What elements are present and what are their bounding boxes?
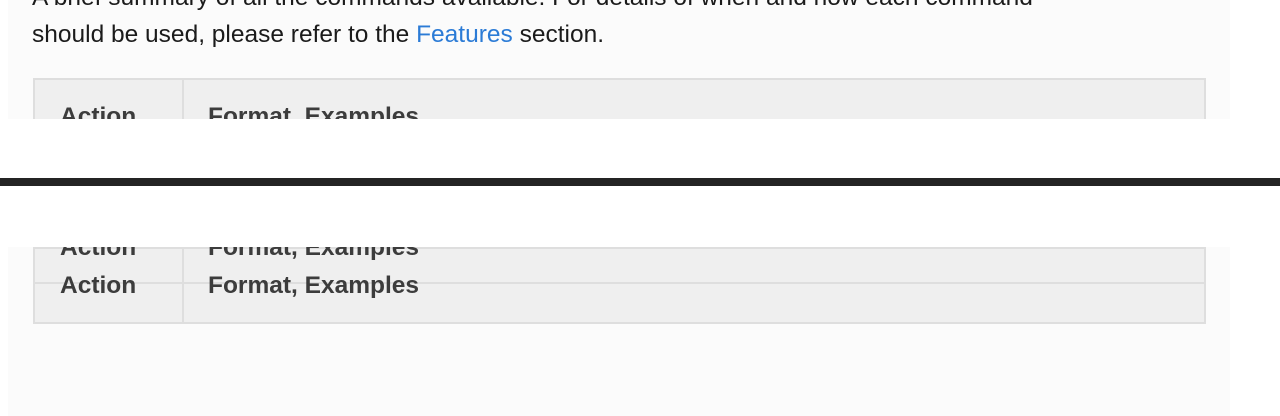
- intro-line-1-text: A brief summary of all the commands avai…: [32, 0, 1033, 11]
- command-summary-table: Action Format, Examples: [33, 78, 1206, 119]
- intro-line-1: A brief summary of all the commands avai…: [32, 0, 1033, 15]
- column-divider: [182, 80, 184, 119]
- screenshot-stage: A brief summary of all the commands avai…: [0, 0, 1280, 416]
- header-action-lower: Action: [60, 272, 137, 299]
- top-fragment: A brief summary of all the commands avai…: [0, 0, 1280, 119]
- header-format-examples-clipped: Format, Examples: [208, 247, 420, 261]
- intro-line-2-text: should be used, please refer to the: [32, 21, 417, 48]
- column-divider-lower: [182, 249, 184, 322]
- intro-line-2-tail: section.: [512, 21, 605, 48]
- header-format-examples-lower: Format, Examples: [208, 272, 420, 299]
- command-summary-table-header: Action Format, Examples Action Format, E…: [33, 247, 1206, 324]
- intro-line-2: should be used, please refer to the Feat…: [32, 18, 604, 52]
- features-link[interactable]: Features: [416, 21, 513, 48]
- bottom-fragment: Action Format, Examples Action Format, E…: [0, 247, 1280, 416]
- header-action-clipped: Action: [60, 247, 137, 261]
- section-divider: [0, 178, 1280, 186]
- header-format-examples: Format, Examples: [208, 103, 420, 119]
- header-action: Action: [60, 103, 137, 119]
